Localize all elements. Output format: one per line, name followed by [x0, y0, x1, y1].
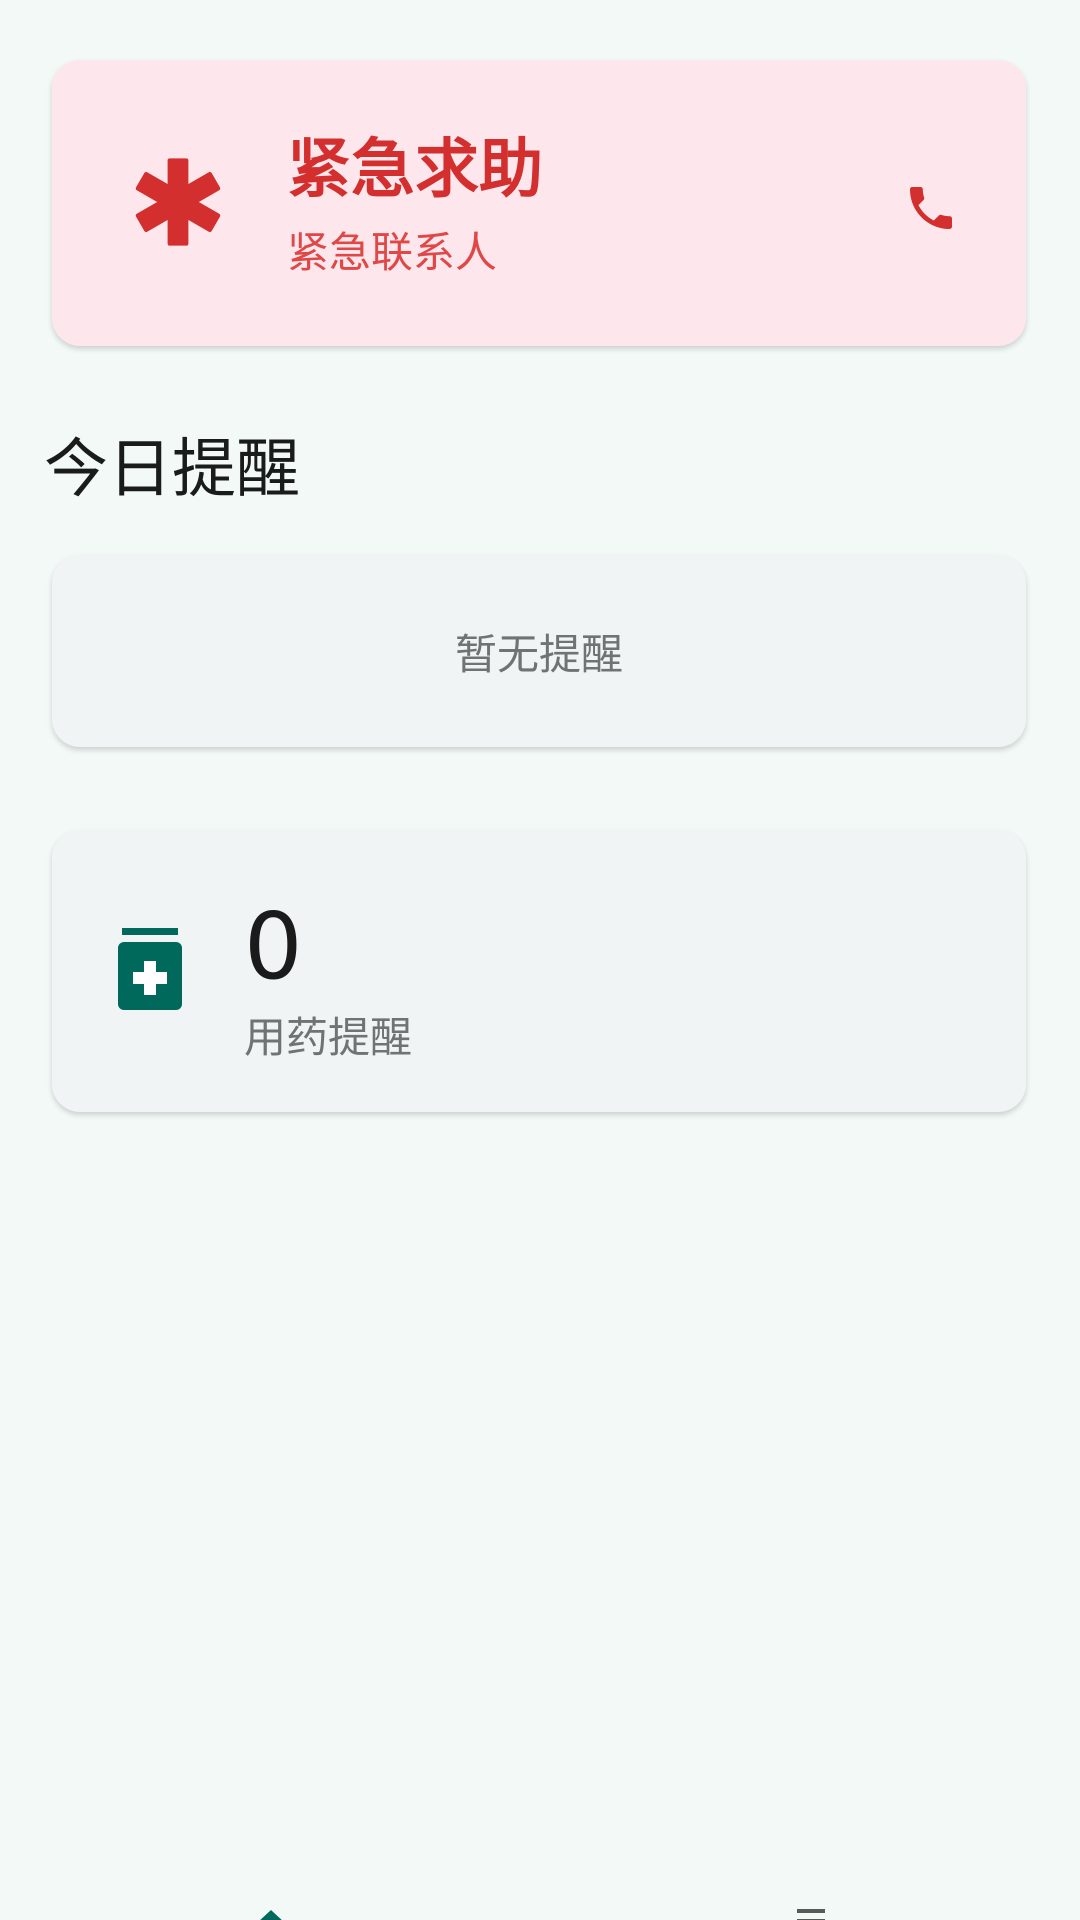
medication-reminder-label: 用药提醒: [244, 1013, 413, 1062]
list-icon[interactable]: [793, 1909, 829, 1920]
medication-reminder-card[interactable]: 0 用药提醒: [52, 830, 1026, 1112]
medicine-bottle-icon: [118, 928, 182, 1010]
home-icon[interactable]: [256, 1909, 286, 1920]
call-button[interactable]: [893, 170, 969, 246]
today-reminders-heading: 今日提醒: [44, 433, 300, 507]
emergency-help-title: 紧急求助: [287, 133, 543, 207]
emergency-contact-label: 紧急联系人: [287, 228, 498, 277]
bottom-navigation: [0, 1895, 1080, 1920]
medication-count: 0: [244, 893, 303, 1000]
phone-icon: [910, 187, 952, 229]
medical-asterisk-icon: [135, 158, 221, 246]
reminder-list-card: 暂无提醒: [52, 555, 1026, 747]
empty-reminders-text: 暂无提醒: [454, 629, 623, 679]
